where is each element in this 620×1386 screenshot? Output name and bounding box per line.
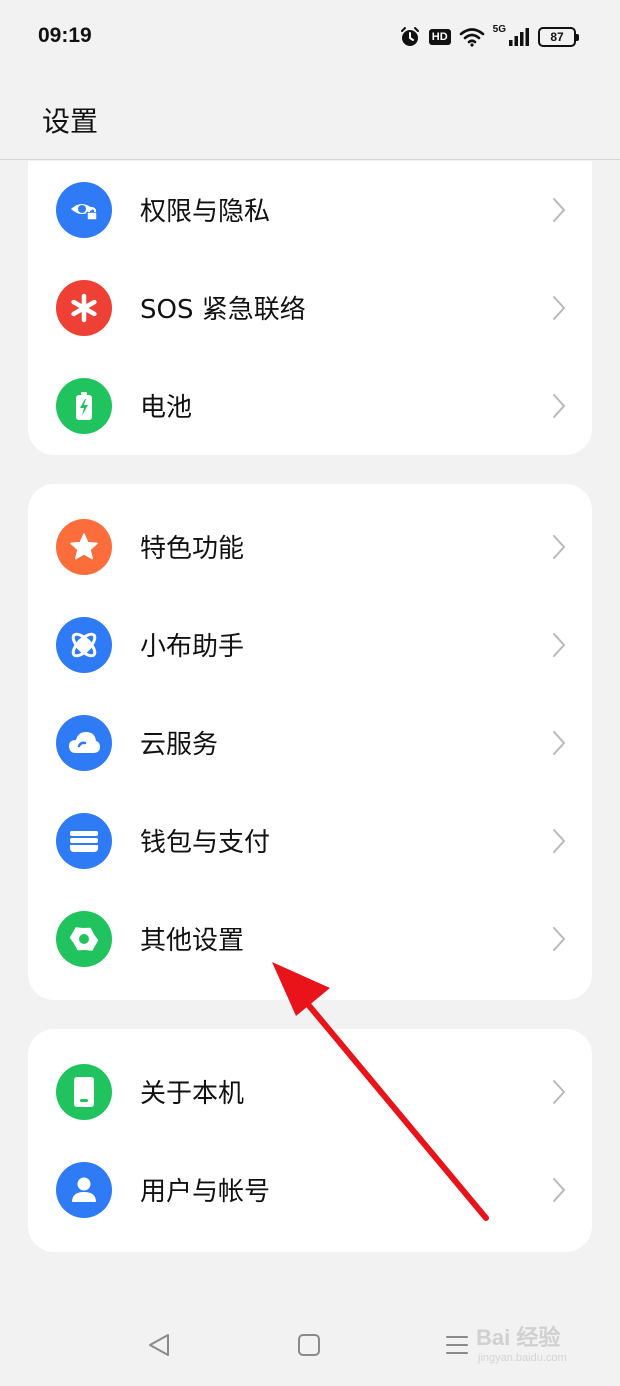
user-icon: [56, 1162, 112, 1218]
settings-item-label: SOS 紧急联络: [140, 295, 306, 325]
settings-item-label: 用户与帐号: [140, 1177, 271, 1207]
settings-item-label: 特色功能: [140, 534, 245, 564]
chevron-right-icon: [553, 535, 566, 559]
settings-item-wallet[interactable]: 钱包与支付: [28, 792, 592, 890]
settings-item-label: 小布助手: [140, 632, 245, 662]
chevron-right-icon: [553, 829, 566, 853]
settings-item-users-accounts[interactable]: 用户与帐号: [28, 1141, 592, 1239]
settings-item-battery[interactable]: 电池: [28, 357, 592, 455]
settings-item-cloud[interactable]: 云服务: [28, 694, 592, 792]
gear-icon: [56, 911, 112, 967]
home-square-icon[interactable]: [294, 1330, 324, 1360]
wifi-icon: [459, 28, 484, 47]
battery-level: 87: [550, 30, 564, 44]
chevron-right-icon: [553, 394, 566, 418]
chevron-right-icon: [553, 1178, 566, 1202]
status-bar: 09:19 HD 5G 87: [0, 0, 620, 76]
signal-icon: [509, 28, 529, 46]
alarm-icon: [400, 27, 419, 46]
hd-icon: HD: [428, 29, 451, 45]
cloud-icon: [56, 715, 112, 771]
chevron-right-icon: [553, 633, 566, 657]
settings-item-about-phone[interactable]: 关于本机: [28, 1043, 592, 1141]
watermark-url: jingyan.baidu.com: [478, 1352, 567, 1364]
header: 设置: [0, 76, 620, 160]
privacy-eye-lock-icon: [56, 182, 112, 238]
settings-group-3: 关于本机 用户与帐号: [28, 1029, 592, 1252]
chevron-right-icon: [553, 927, 566, 951]
settings-item-privacy[interactable]: 权限与隐私: [28, 161, 592, 259]
chevron-right-icon: [553, 731, 566, 755]
star-icon: [56, 519, 112, 575]
status-time: 09:19: [38, 24, 92, 47]
sos-asterisk-icon: [56, 280, 112, 336]
status-icons: HD 5G 87: [399, 24, 579, 50]
page-title: 设置: [42, 105, 99, 138]
settings-group-1: 权限与隐私 SOS 紧急联络 电池: [28, 161, 592, 455]
chevron-right-icon: [553, 296, 566, 320]
battery-icon: 87: [538, 27, 579, 47]
settings-item-label: 权限与隐私: [140, 197, 271, 227]
settings-item-label: 其他设置: [140, 926, 245, 956]
wallet-icon: [56, 813, 112, 869]
phone-device-icon: [56, 1064, 112, 1120]
settings-item-label: 钱包与支付: [140, 828, 271, 858]
settings-group-2: 特色功能 小布助手 云服务 钱包与支付 其他设置: [28, 484, 592, 1000]
settings-item-sos[interactable]: SOS 紧急联络: [28, 259, 592, 357]
network-type-label: 5G: [492, 24, 506, 35]
back-triangle-icon[interactable]: [144, 1330, 174, 1360]
settings-item-features[interactable]: 特色功能: [28, 498, 592, 596]
assistant-orbit-icon: [56, 617, 112, 673]
settings-item-other-settings[interactable]: 其他设置: [28, 890, 592, 988]
chevron-right-icon: [553, 198, 566, 222]
recents-menu-icon[interactable]: [442, 1330, 472, 1360]
settings-item-label: 电池: [140, 393, 193, 423]
settings-item-label: 关于本机: [140, 1079, 245, 1109]
chevron-right-icon: [553, 1080, 566, 1104]
battery-charge-icon: [56, 378, 112, 434]
settings-item-assistant[interactable]: 小布助手: [28, 596, 592, 694]
watermark-logo: Bai 经验: [476, 1325, 561, 1350]
settings-item-label: 云服务: [140, 730, 219, 760]
